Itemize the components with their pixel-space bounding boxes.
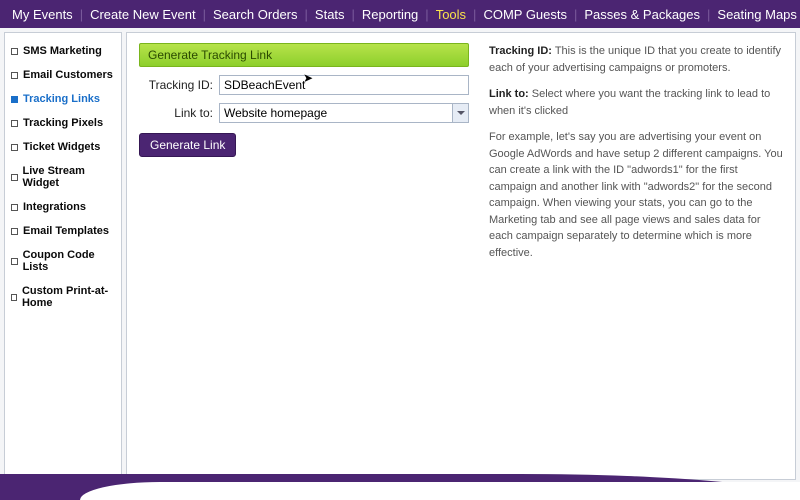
sidebar-item-ticket-widgets[interactable]: Ticket Widgets bbox=[5, 135, 121, 159]
nav-passes-packages[interactable]: Passes & Packages bbox=[578, 7, 706, 22]
sidebar: SMS Marketing Email Customers Tracking L… bbox=[4, 32, 122, 480]
bullet-icon bbox=[11, 228, 18, 235]
generate-link-button[interactable]: Generate Link bbox=[139, 133, 236, 157]
link-to-label: Link to: bbox=[139, 106, 219, 120]
sidebar-item-label: SMS Marketing bbox=[23, 45, 102, 57]
nav-my-events[interactable]: My Events bbox=[6, 7, 79, 22]
bullet-icon bbox=[11, 144, 18, 151]
help-column: Tracking ID: This is the unique ID that … bbox=[489, 43, 783, 469]
form-column: Generate Tracking Link Tracking ID: Link… bbox=[139, 43, 469, 469]
sidebar-item-email-customers[interactable]: Email Customers bbox=[5, 63, 121, 87]
nav-reporting[interactable]: Reporting bbox=[356, 7, 424, 22]
tracking-id-input[interactable] bbox=[219, 75, 469, 95]
nav-search-orders[interactable]: Search Orders bbox=[207, 7, 304, 22]
sidebar-item-coupon-code-lists[interactable]: Coupon Code Lists bbox=[5, 243, 121, 279]
sidebar-item-label: Integrations bbox=[23, 201, 86, 213]
link-to-select[interactable]: Website homepage bbox=[219, 103, 469, 123]
sidebar-item-live-stream-widget[interactable]: Live Stream Widget bbox=[5, 159, 121, 195]
bullet-icon bbox=[11, 72, 18, 79]
link-to-selected-value: Website homepage bbox=[224, 106, 327, 120]
help-link-to: Link to: Select where you want the track… bbox=[489, 86, 783, 119]
bullet-icon bbox=[11, 174, 18, 181]
top-nav: My Events| Create New Event| Search Orde… bbox=[0, 0, 800, 28]
help-example: For example, let's say you are advertisi… bbox=[489, 129, 783, 261]
bullet-icon bbox=[11, 294, 17, 301]
nav-seating-maps[interactable]: Seating Maps bbox=[711, 7, 800, 22]
sidebar-item-label: Tracking Pixels bbox=[23, 117, 103, 129]
sidebar-item-label: Custom Print-at-Home bbox=[22, 285, 115, 309]
bullet-icon bbox=[11, 96, 18, 103]
sidebar-item-label: Live Stream Widget bbox=[23, 165, 115, 189]
sidebar-item-label: Ticket Widgets bbox=[23, 141, 100, 153]
chevron-down-icon bbox=[452, 104, 468, 122]
nav-stats[interactable]: Stats bbox=[309, 7, 351, 22]
tracking-id-label: Tracking ID: bbox=[139, 78, 219, 92]
sidebar-item-custom-print-at-home[interactable]: Custom Print-at-Home bbox=[5, 279, 121, 315]
sidebar-item-label: Coupon Code Lists bbox=[23, 249, 115, 273]
sidebar-item-email-templates[interactable]: Email Templates bbox=[5, 219, 121, 243]
sidebar-item-label: Tracking Links bbox=[23, 93, 100, 105]
sidebar-item-sms-marketing[interactable]: SMS Marketing bbox=[5, 39, 121, 63]
panel-title: Generate Tracking Link bbox=[139, 43, 469, 67]
bullet-icon bbox=[11, 204, 18, 211]
nav-comp-guests[interactable]: COMP Guests bbox=[477, 7, 573, 22]
footer-text bbox=[80, 482, 800, 500]
nav-tools[interactable]: Tools bbox=[430, 7, 472, 22]
main-panel: Generate Tracking Link Tracking ID: Link… bbox=[126, 32, 796, 480]
bullet-icon bbox=[11, 258, 18, 265]
sidebar-item-integrations[interactable]: Integrations bbox=[5, 195, 121, 219]
sidebar-item-tracking-pixels[interactable]: Tracking Pixels bbox=[5, 111, 121, 135]
help-tracking-id: Tracking ID: This is the unique ID that … bbox=[489, 43, 783, 76]
bullet-icon bbox=[11, 48, 18, 55]
sidebar-item-label: Email Customers bbox=[23, 69, 113, 81]
bullet-icon bbox=[11, 120, 18, 127]
sidebar-item-label: Email Templates bbox=[23, 225, 109, 237]
nav-create-new-event[interactable]: Create New Event bbox=[84, 7, 202, 22]
sidebar-item-tracking-links[interactable]: Tracking Links bbox=[5, 87, 121, 111]
